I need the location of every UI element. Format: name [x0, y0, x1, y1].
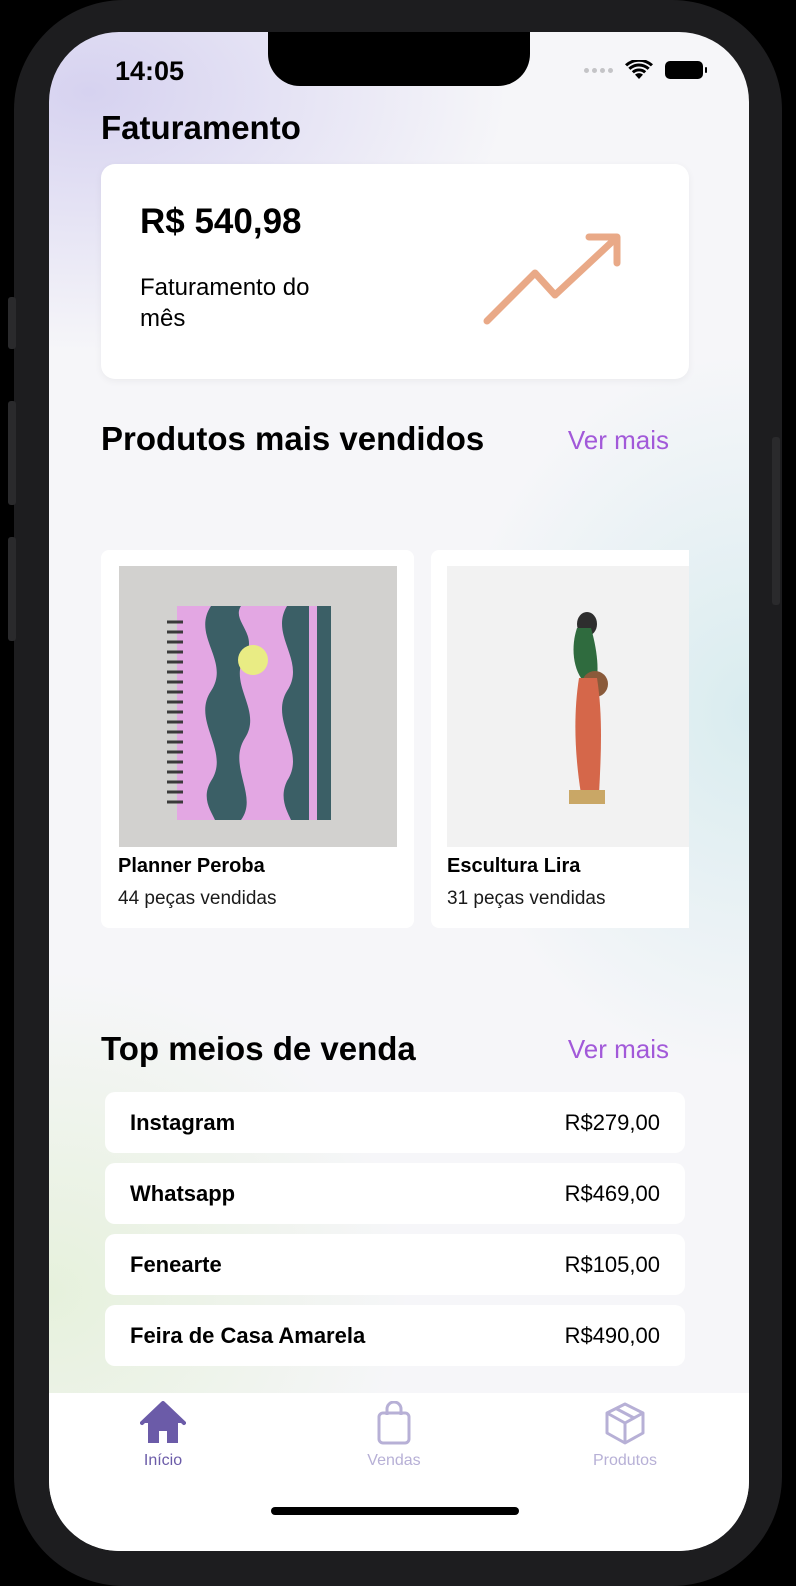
- revenue-label: Faturamento do mês: [140, 274, 310, 332]
- product-card[interactable]: Planner Peroba 44 peças vendidas: [101, 550, 414, 928]
- channel-value: R$490,00: [564, 1323, 660, 1348]
- product-image-planner: [119, 566, 397, 847]
- revenue-section-title: Faturamento: [101, 109, 301, 146]
- channel-value: R$469,00: [564, 1181, 660, 1206]
- sales-channel-row[interactable]: Feira de Casa Amarela R$490,00: [105, 1305, 685, 1366]
- tab-vendas[interactable]: Vendas: [334, 1400, 454, 1470]
- status-icons: [584, 60, 707, 80]
- tab-bar: Início Vendas Produtos: [49, 1393, 749, 1551]
- home-indicator: [271, 1507, 519, 1515]
- best-sellers-title: Produtos mais vendidos: [101, 420, 485, 457]
- channel-name: Feira de Casa Amarela: [130, 1323, 366, 1348]
- app-screen: 14:05 Faturamento R$ 540,98 Faturamento …: [49, 32, 749, 1551]
- tab-label: Produtos: [592, 1452, 658, 1469]
- tab-label: Vendas: [367, 1452, 421, 1469]
- power-button: [772, 437, 780, 605]
- volume-down-button: [8, 537, 16, 641]
- wifi-icon: [625, 60, 653, 79]
- tab-inicio[interactable]: Início: [103, 1401, 223, 1470]
- channel-name: Instagram: [130, 1110, 236, 1135]
- sales-channels-see-more-link[interactable]: Ver mais: [568, 1034, 669, 1065]
- status-time: 14:05: [115, 56, 185, 86]
- box-icon: [605, 1402, 645, 1445]
- signal-icon: [584, 67, 613, 73]
- channel-name: Fenearte: [130, 1252, 222, 1277]
- sales-channel-row[interactable]: Whatsapp R$469,00: [105, 1163, 685, 1224]
- product-sold-count: 31 peças vendidas: [447, 888, 606, 909]
- best-sellers-carousel[interactable]: Planner Peroba 44 peças vendidas Escultu…: [101, 550, 689, 930]
- volume-up-button: [8, 401, 16, 505]
- notebook-illustration: [119, 566, 397, 847]
- shopping-bag-icon: [377, 1400, 411, 1445]
- mute-switch: [8, 297, 16, 349]
- revenue-value: R$ 540,98: [140, 202, 302, 241]
- product-name: Planner Peroba: [118, 855, 265, 877]
- notch: [268, 32, 530, 86]
- best-sellers-see-more-link[interactable]: Ver mais: [568, 425, 669, 456]
- channel-value: R$105,00: [564, 1252, 660, 1277]
- product-sold-count: 44 peças vendidas: [118, 888, 277, 909]
- tab-produtos[interactable]: Produtos: [565, 1401, 685, 1470]
- sales-channel-row[interactable]: Instagram R$279,00: [105, 1092, 685, 1153]
- channel-name: Whatsapp: [130, 1181, 236, 1206]
- trend-up-icon: [483, 233, 621, 325]
- product-image-sculpture: [447, 566, 689, 847]
- channel-value: R$279,00: [564, 1110, 660, 1135]
- home-icon: [140, 1401, 186, 1443]
- sculpture-illustration: [447, 566, 689, 847]
- product-name: Escultura Lira: [447, 855, 581, 877]
- sales-channel-row[interactable]: Fenearte R$105,00: [105, 1234, 685, 1295]
- tab-label: Início: [143, 1452, 183, 1469]
- sales-channels-title: Top meios de venda: [101, 1030, 416, 1067]
- battery-icon: [665, 61, 707, 79]
- revenue-card[interactable]: R$ 540,98 Faturamento do mês: [101, 164, 689, 379]
- product-card[interactable]: Escultura Lira 31 peças vendidas: [431, 550, 689, 928]
